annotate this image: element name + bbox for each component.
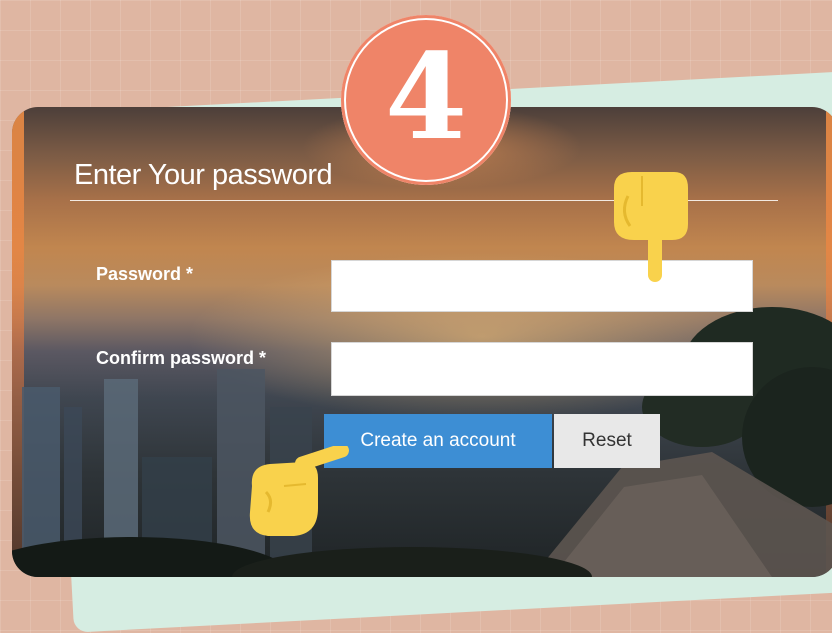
step-number: 4 <box>384 27 468 166</box>
hand-pointing-down-icon <box>614 172 688 282</box>
password-label: Password * <box>96 264 194 284</box>
step-number-badge: 4 <box>341 15 511 185</box>
confirm-password-label: Confirm password * <box>96 348 267 368</box>
confirm-password-input[interactable] <box>331 342 753 396</box>
form-legend-title: Enter Your password <box>74 159 333 191</box>
reset-button[interactable]: Reset <box>554 414 660 468</box>
create-account-button[interactable]: Create an account <box>324 414 552 468</box>
hand-pointing-right-icon <box>249 446 349 536</box>
